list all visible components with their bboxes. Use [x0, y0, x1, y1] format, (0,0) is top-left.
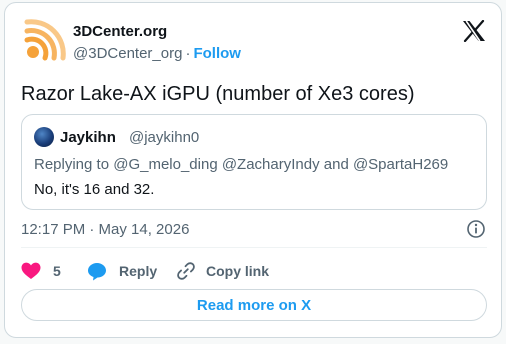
copy-link-label: Copy link: [206, 263, 270, 279]
author-handle[interactable]: @3DCenter_org: [73, 45, 182, 62]
read-more-button[interactable]: Read more on X: [21, 289, 487, 321]
link-icon: [177, 262, 195, 280]
quoted-author-name[interactable]: Jaykihn: [60, 129, 116, 146]
x-logo-icon[interactable]: [462, 20, 486, 42]
divider: [21, 247, 487, 248]
reply-button[interactable]: Reply: [87, 259, 157, 283]
quoted-author-avatar[interactable]: [34, 127, 54, 147]
separator-dot: ·: [185, 45, 191, 62]
author-handle-line: @3DCenter_org · Follow: [73, 45, 241, 62]
3dcenter-logo-icon[interactable]: [22, 19, 66, 63]
author-name[interactable]: 3DCenter.org: [73, 23, 167, 40]
quoted-tweet-text: No, it's 16 and 32.: [34, 181, 155, 198]
info-icon[interactable]: [466, 219, 486, 239]
copy-link-button[interactable]: Copy link: [176, 259, 269, 283]
tweet-text: Razor Lake-AX iGPU (number of Xe3 cores): [21, 83, 415, 105]
replying-to-text: Replying to @G_melo_ding @ZacharyIndy an…: [34, 156, 449, 173]
reply-label: Reply: [119, 263, 158, 279]
like-count: 5: [53, 263, 61, 279]
tweet-timestamp[interactable]: 12:17 PM · May 14, 2026: [21, 221, 189, 238]
reply-bubble-icon: [88, 262, 106, 280]
embedded-tweet-card: 3DCenter.org @3DCenter_org · Follow Razor …: [4, 2, 502, 338]
quoted-tweet[interactable]: Jaykihn @jaykihn0 Replying to @G_melo_di…: [21, 114, 487, 210]
follow-button[interactable]: Follow: [193, 45, 241, 62]
quoted-author-handle[interactable]: @jaykihn0: [129, 129, 199, 146]
like-button[interactable]: 5: [21, 259, 61, 283]
heart-icon: [21, 262, 41, 279]
